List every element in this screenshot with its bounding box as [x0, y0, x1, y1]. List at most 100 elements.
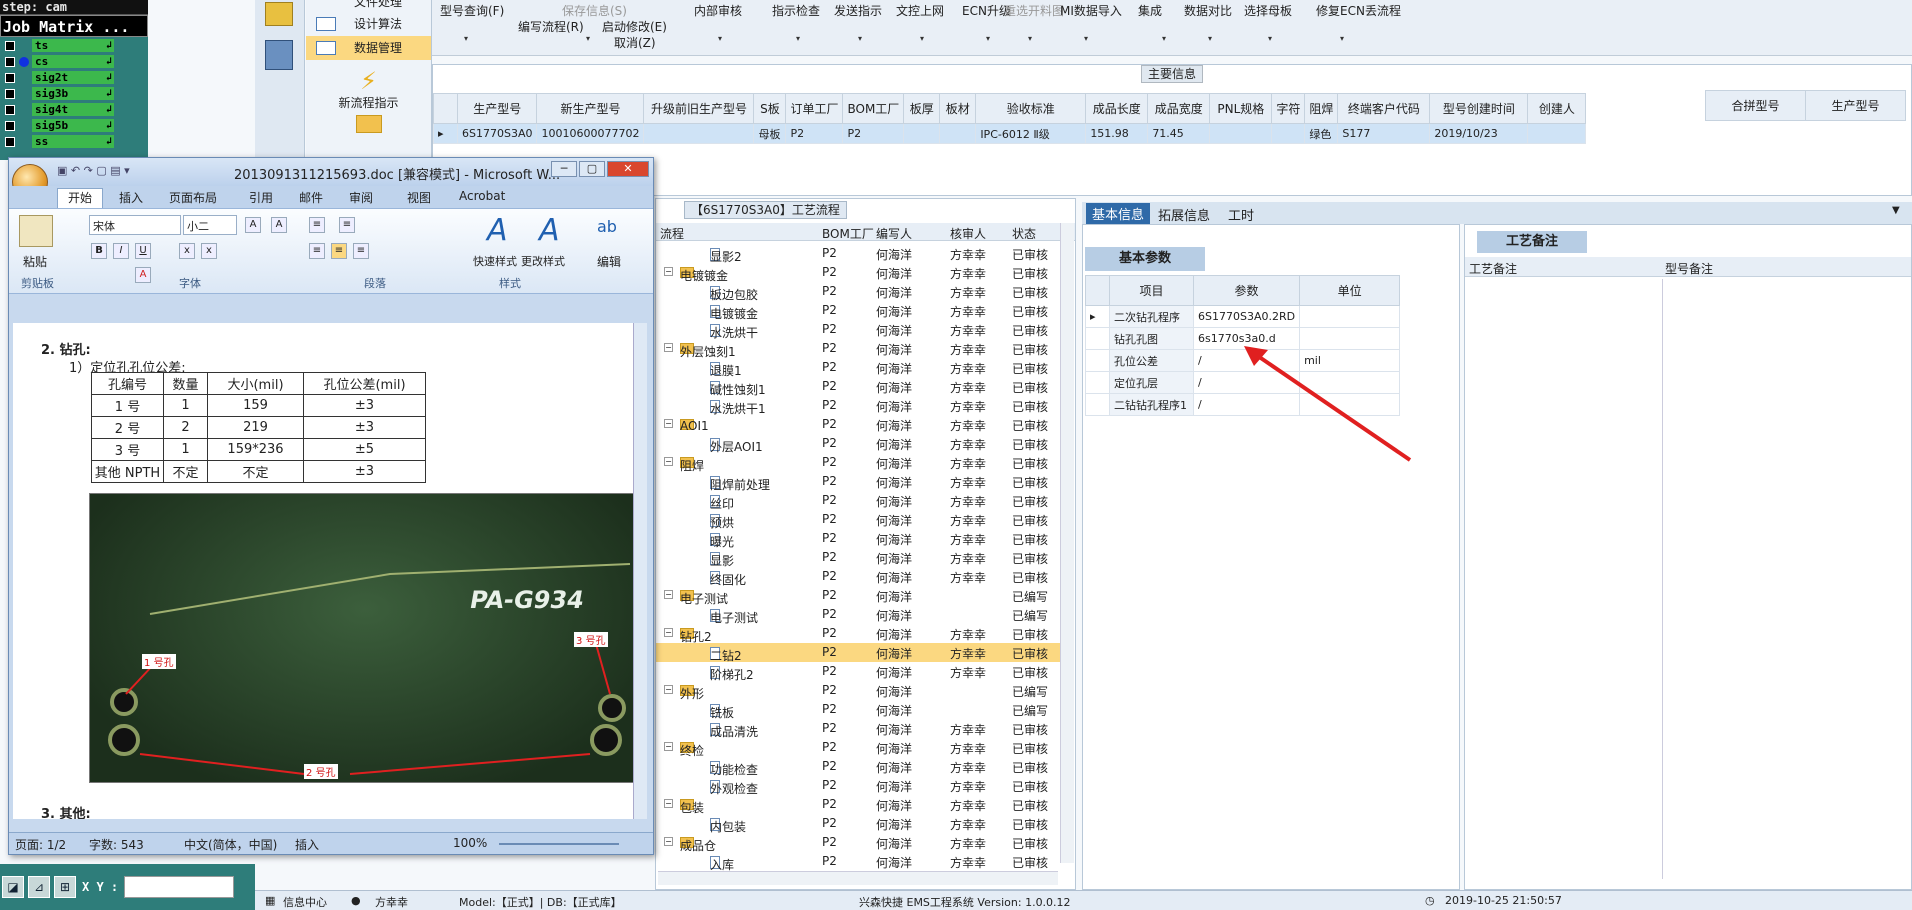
toolbar-button[interactable]: 内部审核: [694, 2, 742, 19]
toolbar-button[interactable]: 数据对比: [1184, 2, 1232, 19]
toolbar-button[interactable]: 选择母板: [1244, 2, 1292, 19]
font-color-icon[interactable]: A: [135, 267, 151, 283]
flow-col-header[interactable]: BOM工厂: [822, 225, 874, 242]
main-info-cell[interactable]: S177: [1337, 123, 1431, 144]
flow-row[interactable]: − 外形 P2 何海洋 已编写: [656, 681, 1061, 701]
font-name-field[interactable]: 宋体: [89, 215, 181, 235]
layer-checkbox[interactable]: [5, 136, 15, 147]
main-info-cell[interactable]: [939, 123, 977, 144]
layer-checkbox[interactable]: [5, 120, 15, 131]
main-info-cell[interactable]: P2: [785, 123, 844, 144]
flow-row[interactable]: 阻焊前处理 P2 何海洋 方幸幸 已审核: [656, 472, 1061, 492]
collapse-icon[interactable]: −: [664, 419, 673, 428]
cam-grid-icon[interactable]: ⊞: [54, 876, 76, 898]
quick-access-icons[interactable]: ▣ ↶ ↷ ▢ ▤ ▾: [57, 164, 130, 177]
process-flow-tab[interactable]: 【6S1770S3A0】工艺流程: [684, 201, 847, 219]
main-info-col-header[interactable]: 创建人: [1527, 93, 1587, 124]
main-info-cell[interactable]: P2: [842, 123, 905, 144]
status-language[interactable]: 中文(简体，中国): [184, 836, 277, 853]
collapse-icon[interactable]: −: [664, 799, 673, 808]
flow-row[interactable]: 预烘 P2 何海洋 方幸幸 已审核: [656, 510, 1061, 530]
flow-row[interactable]: 入库 P2 何海洋 方幸幸 已审核: [656, 852, 1061, 872]
numbering-icon[interactable]: ≡: [339, 217, 355, 233]
clear-format-icon[interactable]: A: [271, 217, 287, 233]
collapse-icon[interactable]: −: [664, 685, 673, 694]
layer-row[interactable]: sig3b: [0, 86, 148, 101]
param-row[interactable]: ▸ 二次钻孔程序 6S1770S3A0.2RD: [1085, 305, 1401, 328]
flow-row[interactable]: 二钻2 P2 何海洋 方幸幸 已审核: [656, 643, 1061, 663]
main-info-cell[interactable]: [1209, 123, 1273, 144]
main-info-col-header[interactable]: 板材: [939, 93, 977, 124]
flow-col-header[interactable]: 流程: [660, 225, 684, 242]
main-info-cell[interactable]: [903, 123, 941, 144]
tab-hours[interactable]: 工时: [1228, 205, 1254, 224]
xy-input[interactable]: [124, 876, 235, 898]
find-icon[interactable]: ab: [597, 217, 617, 236]
folder-button[interactable]: [306, 115, 431, 133]
quick-style-icon[interactable]: A: [487, 213, 508, 248]
flow-hscrollbar[interactable]: [658, 871, 1058, 885]
change-style-icon[interactable]: A: [539, 213, 560, 248]
main-info-col-header[interactable]: S板: [753, 93, 787, 124]
document-page[interactable]: 2. 钻孔: 1）定位孔孔位公差: 孔编号 数量 大小(mil) 孔位公差(mil) …: [13, 323, 633, 819]
caret-down-icon[interactable]: ▾: [1028, 34, 1032, 43]
superscript-icon[interactable]: x: [201, 243, 217, 259]
main-info-col-header[interactable]: 验收标准: [975, 93, 1087, 124]
ribbon-tab[interactable]: 页面布局: [169, 189, 217, 206]
caret-down-icon[interactable]: ▾: [464, 34, 468, 43]
flow-row[interactable]: 板边包胶 P2 何海洋 方幸幸 已审核: [656, 282, 1061, 302]
collapse-icon[interactable]: −: [664, 837, 673, 846]
flow-row[interactable]: − 成品仓 P2 何海洋 方幸幸 已审核: [656, 833, 1061, 853]
restore-button[interactable]: ▢: [579, 161, 605, 177]
ribbon-tab[interactable]: 引用: [249, 189, 273, 206]
flow-row[interactable]: − 包装 P2 何海洋 方幸幸 已审核: [656, 795, 1061, 815]
flow-row[interactable]: − 电子测试 P2 何海洋 已编写: [656, 586, 1061, 606]
caret-down-icon[interactable]: ▾: [796, 34, 800, 43]
flow-col-header[interactable]: 编写人: [876, 225, 912, 242]
toolbar-button[interactable]: 文控上网: [896, 2, 944, 19]
caret-down-icon[interactable]: ▾: [986, 34, 990, 43]
tab-extended-info[interactable]: 拓展信息: [1158, 205, 1210, 224]
quick-style-button[interactable]: 快速样式: [473, 253, 517, 269]
collapse-icon[interactable]: −: [664, 742, 673, 751]
word-titlebar[interactable]: ▣ ↶ ↷ ▢ ▤ ▾ 2013091311215693.doc [兼容模式] …: [9, 158, 653, 200]
close-button[interactable]: ✕: [607, 161, 649, 177]
align-center-icon[interactable]: ≡: [331, 243, 347, 259]
layer-name[interactable]: cs: [32, 55, 114, 68]
nav-item-file[interactable]: 文件处理: [306, 0, 431, 12]
main-info-cell[interactable]: 10010600077702: [536, 123, 645, 144]
flow-row[interactable]: 显影 P2 何海洋 方幸幸 已审核: [656, 548, 1061, 568]
main-info-cell[interactable]: IPC-6012 Ⅱ级: [975, 123, 1087, 144]
minimize-button[interactable]: ─: [551, 161, 577, 177]
ribbon-tab[interactable]: 视图: [407, 189, 431, 206]
main-info-col-header[interactable]: 终端客户代码: [1337, 93, 1431, 124]
flow-row[interactable]: − AOI1 P2 何海洋 方幸幸 已审核: [656, 415, 1061, 434]
model-notes-field[interactable]: [1665, 279, 1909, 879]
flow-col-header[interactable]: 核审人: [950, 225, 986, 242]
caret-down-icon[interactable]: ▾: [920, 34, 924, 43]
flow-row[interactable]: − 阻焊 P2 何海洋 方幸幸 已审核: [656, 453, 1061, 473]
flow-row[interactable]: 功能检查 P2 何海洋 方幸幸 已审核: [656, 757, 1061, 777]
param-unit[interactable]: [1299, 305, 1401, 328]
main-info-cell[interactable]: [1527, 123, 1587, 144]
main-info-cell[interactable]: 2019/10/23: [1429, 123, 1529, 144]
collapse-icon[interactable]: −: [664, 343, 673, 352]
toolbar-button[interactable]: 型号查询(F): [440, 2, 504, 19]
new-flow-button[interactable]: ⚡ 新流程指示: [306, 68, 431, 111]
tab-basic-info[interactable]: 基本信息: [1086, 203, 1151, 224]
dropdown-icon[interactable]: ▼: [1892, 205, 1900, 216]
cam-measure-icon[interactable]: ⊿: [28, 876, 50, 898]
font-size-field[interactable]: 小二: [183, 215, 237, 235]
nav-item-design[interactable]: 设计算法: [306, 12, 431, 36]
flow-row[interactable]: 退膜1 P2 何海洋 方幸幸 已审核: [656, 358, 1061, 378]
caret-down-icon[interactable]: ▾: [586, 34, 590, 43]
main-info-cell[interactable]: 71.45: [1147, 123, 1211, 144]
main-info-col-header[interactable]: 升级前旧生产型号: [643, 93, 755, 124]
main-info-col-header[interactable]: 成品长度: [1085, 93, 1149, 124]
toolbar-button[interactable]: 发送指示: [834, 2, 882, 19]
flow-row[interactable]: 水洗烘干1 P2 何海洋 方幸幸 已审核: [656, 396, 1061, 416]
caret-down-icon[interactable]: ▾: [858, 34, 862, 43]
subscript-icon[interactable]: x: [179, 243, 195, 259]
ribbon-tab[interactable]: 邮件: [299, 189, 323, 206]
info-center[interactable]: 信息中心: [283, 894, 327, 910]
